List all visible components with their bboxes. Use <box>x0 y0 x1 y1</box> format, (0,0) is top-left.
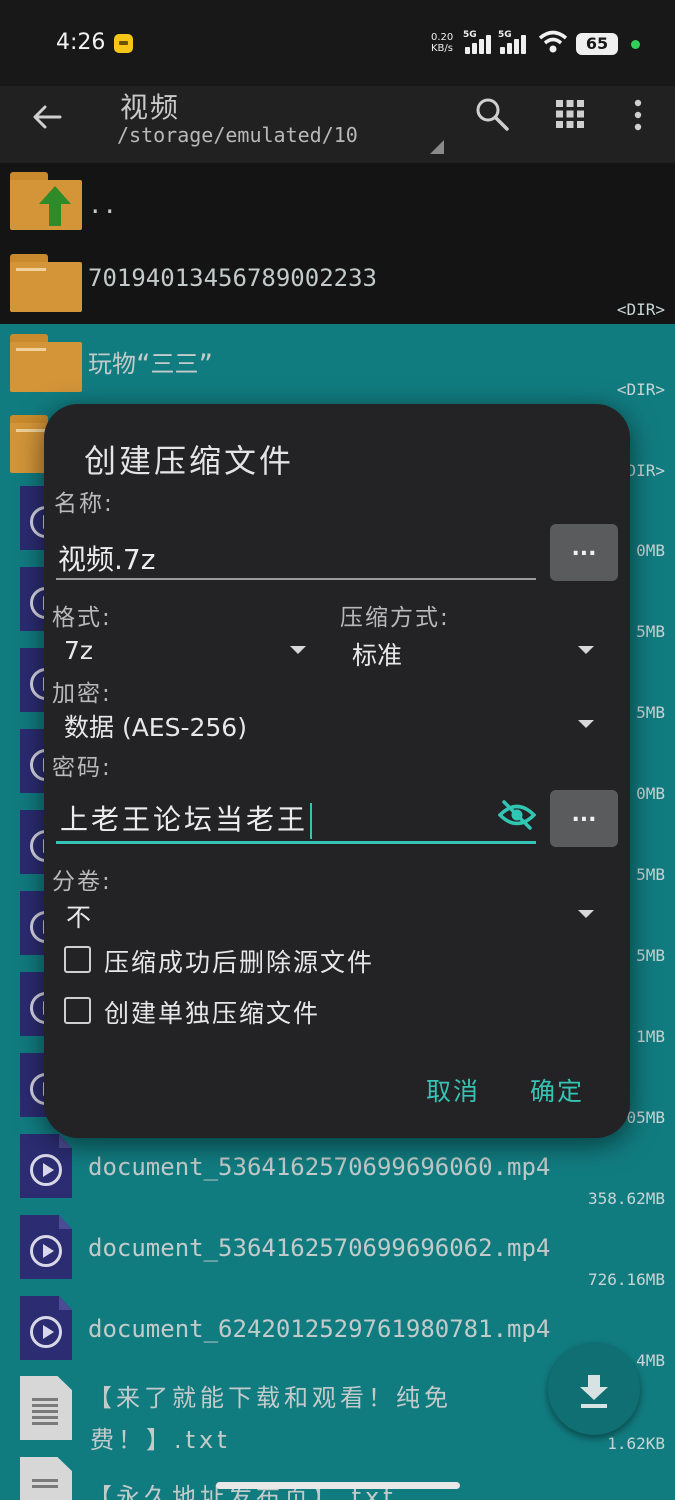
list-item[interactable]: document_5364162570699696060.mp4 358.62M… <box>0 1133 675 1214</box>
password-input[interactable]: 上老王论坛当老王 <box>60 798 313 839</box>
encryption-label: 加密: <box>52 681 112 707</box>
notification-icon <box>114 34 133 53</box>
password-label: 密码: <box>52 755 112 781</box>
list-item[interactable]: 【永久地址发布页】.txt <box>0 1457 675 1500</box>
text-file-icon <box>20 1376 72 1440</box>
download-icon <box>580 1375 608 1408</box>
list-item[interactable]: 玩物“三三” <DIR> <box>0 324 675 405</box>
file-meta: 726.16MB <box>587 1270 665 1289</box>
folder-icon <box>10 254 82 312</box>
file-name-line-2: 费！】.txt <box>90 1426 231 1454</box>
battery-icon: 65 <box>576 33 618 55</box>
signal-icon: 5G <box>463 30 499 54</box>
chevron-down-icon[interactable] <box>578 720 594 728</box>
name-label: 名称: <box>54 491 114 517</box>
file-meta: 1MB <box>636 1027 665 1046</box>
app-toolbar: 视频 /storage/emulated/10 <box>0 86 675 163</box>
password-input-underline <box>56 841 536 844</box>
separate-archive-label[interactable]: 创建单独压缩文件 <box>104 994 320 1030</box>
file-meta: 05MB <box>626 1108 665 1127</box>
file-meta: 5MB <box>636 946 665 965</box>
text-file-icon <box>20 1457 72 1500</box>
folder-path[interactable]: /storage/emulated/10 <box>117 123 358 147</box>
text-cursor <box>310 803 313 839</box>
file-meta: 1.62KB <box>607 1434 665 1453</box>
name-input-underline <box>56 578 536 580</box>
file-name: document_5364162570699696062.mp4 <box>88 1234 551 1262</box>
encryption-select[interactable]: 数据 (AES-256) <box>64 708 247 744</box>
file-meta: 4MB <box>636 1351 665 1370</box>
delete-source-checkbox[interactable] <box>64 946 91 973</box>
wifi-icon <box>538 30 568 53</box>
file-meta: 358.62MB <box>587 1189 665 1208</box>
clock: 4:26 <box>56 30 106 55</box>
list-item[interactable]: 7019401345678900​2233 <DIR> <box>0 244 675 324</box>
network-speed: 0.20 KB/s <box>431 32 454 54</box>
method-label: 压缩方式: <box>340 605 450 631</box>
ok-button[interactable]: 确定 <box>530 1072 584 1108</box>
split-select[interactable]: 不 <box>66 898 91 934</box>
list-item-parent[interactable]: .. <box>0 163 675 244</box>
back-arrow-icon[interactable] <box>30 100 64 134</box>
file-meta: 0MB <box>636 784 665 803</box>
search-icon[interactable] <box>474 96 510 132</box>
file-meta: 5MB <box>636 703 665 722</box>
home-indicator[interactable] <box>216 1482 460 1489</box>
method-select[interactable]: 标准 <box>352 636 402 672</box>
browse-name-button[interactable] <box>550 524 618 581</box>
separate-archive-checkbox[interactable] <box>64 997 91 1024</box>
privacy-dot <box>631 40 640 49</box>
video-file-icon <box>20 1215 72 1279</box>
delete-source-label[interactable]: 压缩成功后删除源文件 <box>104 943 374 979</box>
file-meta: 5MB <box>636 865 665 884</box>
status-bar: 4:26 0.20 KB/s 5G 5G 65 <box>0 0 675 86</box>
video-file-icon <box>20 1134 72 1198</box>
format-select[interactable]: 7z <box>64 636 93 665</box>
video-file-icon <box>20 1296 72 1360</box>
file-meta: 5MB <box>636 622 665 641</box>
file-name: 玩物“三三” <box>88 350 213 378</box>
chevron-down-icon[interactable] <box>578 910 594 918</box>
create-archive-dialog: 创建压缩文件 名称: 视频.7z 格式: 7z 压缩方式: 标准 加密: 数据 … <box>44 404 630 1138</box>
chevron-down-icon[interactable] <box>290 646 306 654</box>
file-meta: <DIR> <box>616 380 665 399</box>
file-name: .. <box>88 191 117 219</box>
format-label: 格式: <box>52 605 112 631</box>
cancel-button[interactable]: 取消 <box>426 1072 480 1108</box>
folder-up-icon <box>10 172 82 230</box>
split-label: 分卷: <box>52 869 112 895</box>
download-fab[interactable] <box>548 1343 640 1435</box>
file-name: document_5364162570699696060.mp4 <box>88 1153 551 1181</box>
dialog-title: 创建压缩文件 <box>84 442 295 480</box>
list-item[interactable]: document_5364162570699696062.mp4 726.16M… <box>0 1214 675 1295</box>
file-name: 【来了就能下载和观看！纯免 <box>88 1384 452 1412</box>
folder-title: 视频 <box>120 91 181 124</box>
file-name: 7019401345678900​2233 <box>88 264 377 292</box>
folder-icon <box>10 334 82 392</box>
grid-view-icon[interactable] <box>556 100 584 128</box>
signal-icon-2: 5G <box>498 30 534 54</box>
archive-name-input[interactable]: 视频.7z <box>58 538 155 578</box>
chevron-down-icon[interactable] <box>578 646 594 654</box>
more-options-icon[interactable] <box>630 98 646 132</box>
path-dropdown-icon[interactable] <box>430 140 444 154</box>
hide-password-icon[interactable] <box>498 800 536 830</box>
file-meta: <DIR> <box>616 300 665 319</box>
file-meta: 0MB <box>636 541 665 560</box>
file-name: document_6242012529761980781.mp4 <box>88 1315 551 1343</box>
password-options-button[interactable] <box>550 790 618 847</box>
